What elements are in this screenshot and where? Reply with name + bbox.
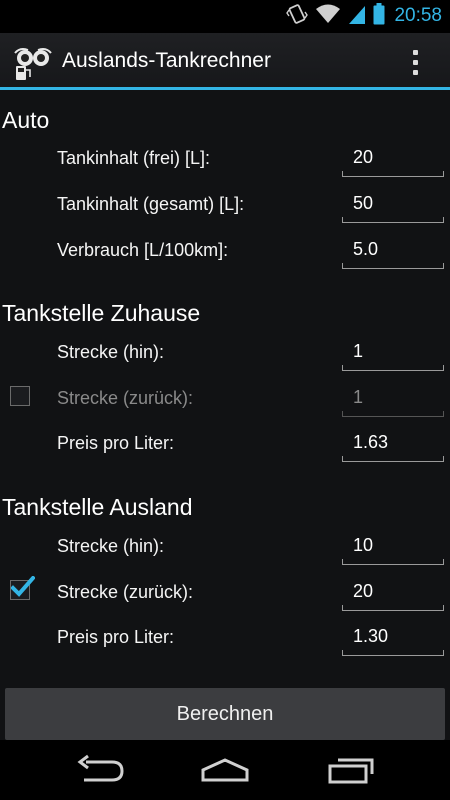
checkbox-home-return-box: [10, 386, 30, 406]
app-screen: 20:58 Auslands-Tankrechner Auto Tankinha…: [0, 0, 450, 800]
action-bar-divider: [0, 87, 450, 90]
input-abroad-price[interactable]: 1.30: [342, 622, 444, 656]
status-bar: 20:58: [0, 0, 450, 33]
section-title-home: Tankstelle Zuhause: [2, 300, 201, 326]
label-abroad-distance-back: Strecke (zurück):: [57, 582, 194, 602]
input-abroad-price-value: 1.30: [353, 626, 389, 646]
input-home-price-value: 1.63: [353, 432, 389, 452]
status-icons: 20:58: [286, 2, 442, 30]
input-home-distance-back[interactable]: 1: [342, 383, 444, 417]
input-abroad-distance-to-value: 10: [353, 535, 374, 555]
section-title-auto: Auto: [2, 107, 50, 133]
label-home-price: Preis pro Liter:: [57, 433, 175, 453]
signal-icon: [348, 3, 366, 30]
input-abroad-distance-back[interactable]: 20: [342, 577, 444, 611]
battery-icon: [373, 2, 385, 30]
label-abroad-distance-to: Strecke (hin):: [57, 536, 165, 556]
checkmark-icon: [11, 576, 35, 597]
input-tank-total[interactable]: 50: [342, 189, 444, 223]
input-home-distance-to-value: 1: [353, 341, 364, 361]
checkbox-home-return[interactable]: [10, 386, 30, 406]
app-icon[interactable]: [12, 45, 54, 81]
calculate-button-label: Berechnen: [176, 702, 274, 725]
input-home-price[interactable]: 1.63: [342, 428, 444, 462]
input-home-distance-back-value: 1: [353, 387, 364, 407]
calculate-button[interactable]: Berechnen: [5, 688, 445, 740]
label-tank-total: Tankinhalt (gesamt) [L]:: [57, 194, 245, 214]
input-tank-total-value: 50: [353, 193, 374, 213]
label-consumption: Verbrauch [L/100km]:: [57, 240, 229, 260]
status-time: 20:58: [394, 5, 442, 26]
back-icon[interactable]: [70, 752, 130, 788]
home-icon[interactable]: [195, 752, 255, 788]
label-tank-free: Tankinhalt (frei) [L]:: [57, 148, 211, 168]
section-title-abroad: Tankstelle Ausland: [2, 494, 193, 520]
label-abroad-price: Preis pro Liter:: [57, 627, 175, 647]
input-tank-free[interactable]: 20: [342, 143, 444, 177]
vibrate-icon: [286, 3, 309, 30]
input-home-distance-to[interactable]: 1: [342, 337, 444, 371]
app-title: Auslands-Tankrechner: [62, 49, 271, 72]
checkbox-abroad-return[interactable]: [10, 576, 35, 600]
recent-apps-icon[interactable]: [322, 752, 382, 788]
input-consumption-value: 5.0: [353, 239, 379, 259]
input-tank-free-value: 20: [353, 147, 374, 167]
input-abroad-distance-to[interactable]: 10: [342, 531, 444, 565]
wifi-icon: [315, 3, 341, 30]
input-consumption[interactable]: 5.0: [342, 235, 444, 269]
label-home-distance-to: Strecke (hin):: [57, 342, 165, 362]
overflow-menu-icon[interactable]: [402, 44, 428, 80]
label-home-distance-back: Strecke (zurück):: [57, 388, 194, 408]
input-abroad-distance-back-value: 20: [353, 581, 374, 601]
